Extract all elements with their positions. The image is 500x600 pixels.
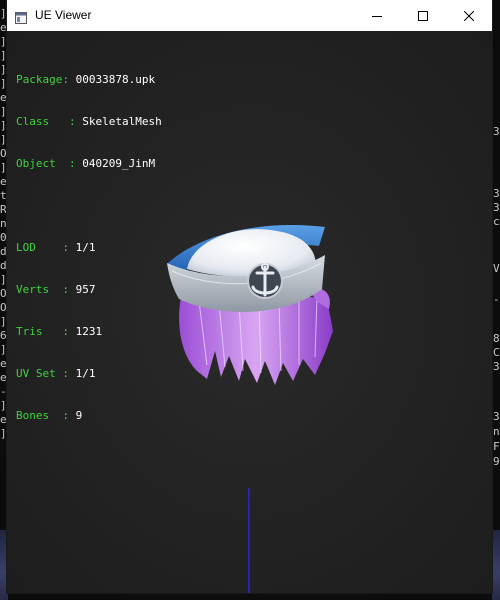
console-char: n (493, 425, 500, 438)
close-icon (464, 10, 474, 21)
console-char: c (493, 215, 500, 228)
ue-viewer-window[interactable]: UE Viewer Package: 00033878.upk Class: … (7, 0, 492, 593)
console-char: 3 (493, 187, 500, 200)
z-axis-line (248, 488, 250, 593)
desktop: ] e]]]] e]]] O] e t Rn 0 d d] O O] 6] e e -] e] 333cV8C3… (0, 0, 500, 600)
maximize-icon (418, 10, 428, 21)
3d-viewport[interactable]: Package: 00033878.upk Class : SkeletalMe… (7, 31, 492, 593)
console-char: - (493, 293, 500, 306)
console-char: C (493, 346, 500, 359)
console-char: 3 (493, 410, 500, 423)
console-char: 3 (493, 201, 500, 214)
maximize-button[interactable] (400, 0, 446, 31)
window-app-icon[interactable] (15, 9, 27, 24)
anchor-emblem (247, 263, 283, 299)
console-char: V (493, 262, 500, 275)
console-char: 3 (493, 360, 500, 373)
desktop-background-right (492, 530, 500, 600)
minimize-button[interactable] (354, 0, 400, 31)
console-char: F (493, 440, 500, 453)
title-bar[interactable]: UE Viewer (7, 0, 492, 31)
console-char: 3 (493, 125, 500, 138)
window-title: UE Viewer (35, 8, 92, 22)
background-console-right: 333cV8C33nF9- (492, 0, 500, 600)
close-button[interactable] (446, 0, 492, 31)
console-char: 8 (493, 332, 500, 345)
minimize-icon (372, 11, 382, 21)
console-char: 9 (493, 455, 500, 468)
